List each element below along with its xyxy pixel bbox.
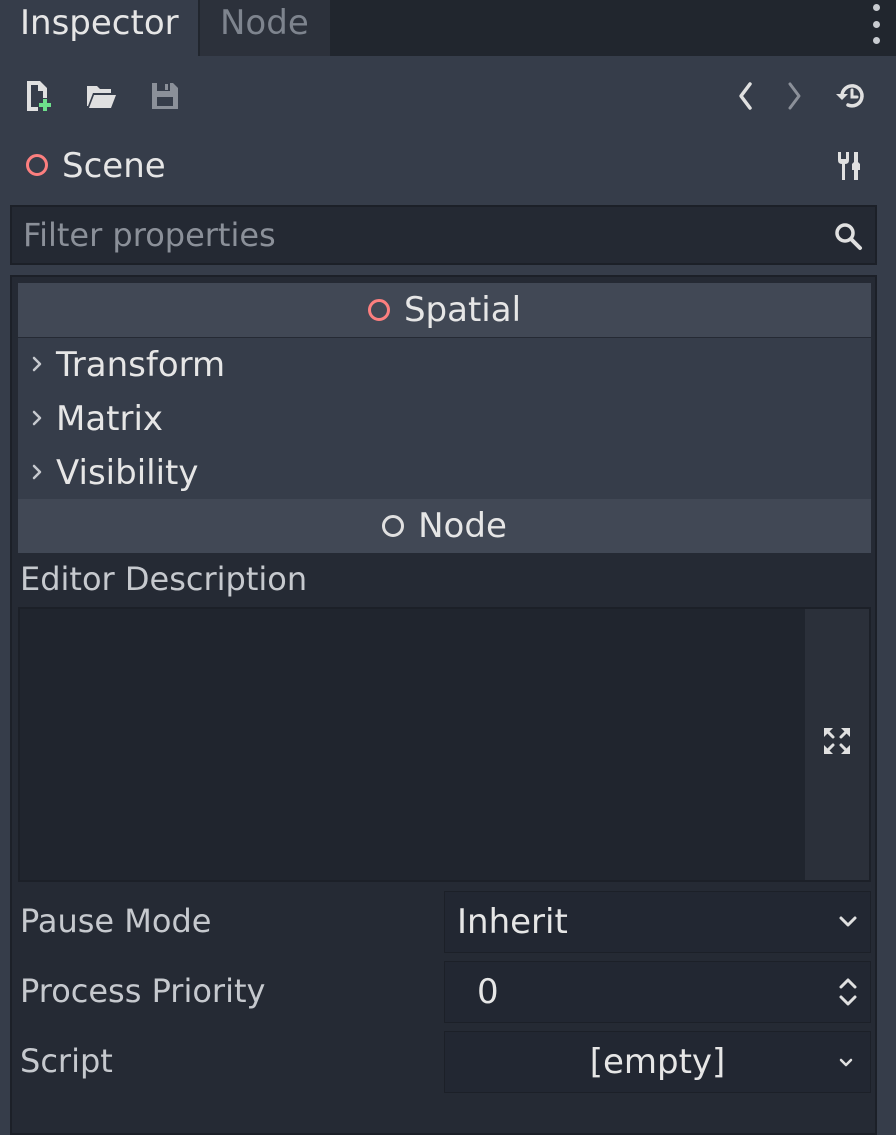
editor-description-textarea[interactable]	[18, 607, 871, 882]
chevron-down-icon[interactable]	[836, 1050, 856, 1074]
process-priority-label: Process Priority	[20, 972, 266, 1010]
chevron-down-icon	[839, 916, 857, 927]
spatial-class-icon	[367, 299, 390, 321]
section-spatial-title: Spatial	[403, 290, 522, 330]
inspector-property-list: Spatial Transform Matrix Visibility Node…	[10, 275, 877, 1135]
group-visibility-label: Visibility	[56, 453, 199, 493]
script-value: [empty]	[589, 1042, 726, 1082]
section-node: Node	[18, 499, 871, 553]
tab-node[interactable]: Node	[200, 0, 330, 56]
node-class-icon	[382, 515, 405, 537]
group-matrix-label: Matrix	[56, 399, 164, 439]
pause-mode-value: Inherit	[457, 902, 568, 942]
section-spatial: Spatial	[18, 283, 871, 337]
editor-description-side	[805, 609, 869, 880]
pause-mode-dropdown[interactable]: Inherit	[444, 891, 871, 953]
editor-description-label: Editor Description	[20, 560, 308, 598]
scene-node-icon	[26, 154, 48, 176]
edited-object-row[interactable]: Scene	[0, 140, 896, 192]
history-forward-icon[interactable]	[776, 78, 812, 114]
spatial-groups: Transform Matrix Visibility	[18, 338, 871, 500]
script-resource-picker[interactable]: [empty]	[444, 1031, 871, 1093]
history-back-icon[interactable]	[728, 78, 764, 114]
group-transform-label: Transform	[56, 345, 226, 385]
object-tools-icon[interactable]	[830, 148, 866, 184]
open-folder-icon[interactable]	[83, 78, 119, 114]
chevron-right-icon	[32, 356, 42, 372]
dock-menu-icon[interactable]	[870, 4, 882, 44]
spinbox-updown-icon[interactable]	[836, 975, 860, 1009]
process-priority-spinbox[interactable]: 0	[444, 961, 871, 1023]
new-resource-icon[interactable]	[20, 78, 56, 114]
pause-mode-label: Pause Mode	[20, 902, 212, 940]
group-visibility[interactable]: Visibility	[18, 446, 871, 500]
chevron-right-icon	[32, 464, 42, 480]
tab-inspector[interactable]: Inspector	[0, 0, 198, 56]
search-icon	[835, 223, 862, 250]
dock-tab-bar: Inspector Node	[0, 0, 896, 56]
save-icon[interactable]	[147, 78, 183, 114]
process-priority-value: 0	[477, 972, 499, 1012]
object-history-icon[interactable]	[832, 78, 868, 114]
chevron-right-icon	[32, 410, 42, 426]
filter-properties-box	[10, 205, 877, 265]
group-matrix[interactable]: Matrix	[18, 392, 871, 446]
script-label: Script	[20, 1042, 113, 1080]
filter-properties-input[interactable]	[12, 207, 823, 263]
edited-object-name: Scene	[62, 146, 166, 186]
expand-editor-icon[interactable]	[821, 725, 853, 757]
group-transform[interactable]: Transform	[18, 338, 871, 392]
section-node-title: Node	[418, 506, 507, 546]
